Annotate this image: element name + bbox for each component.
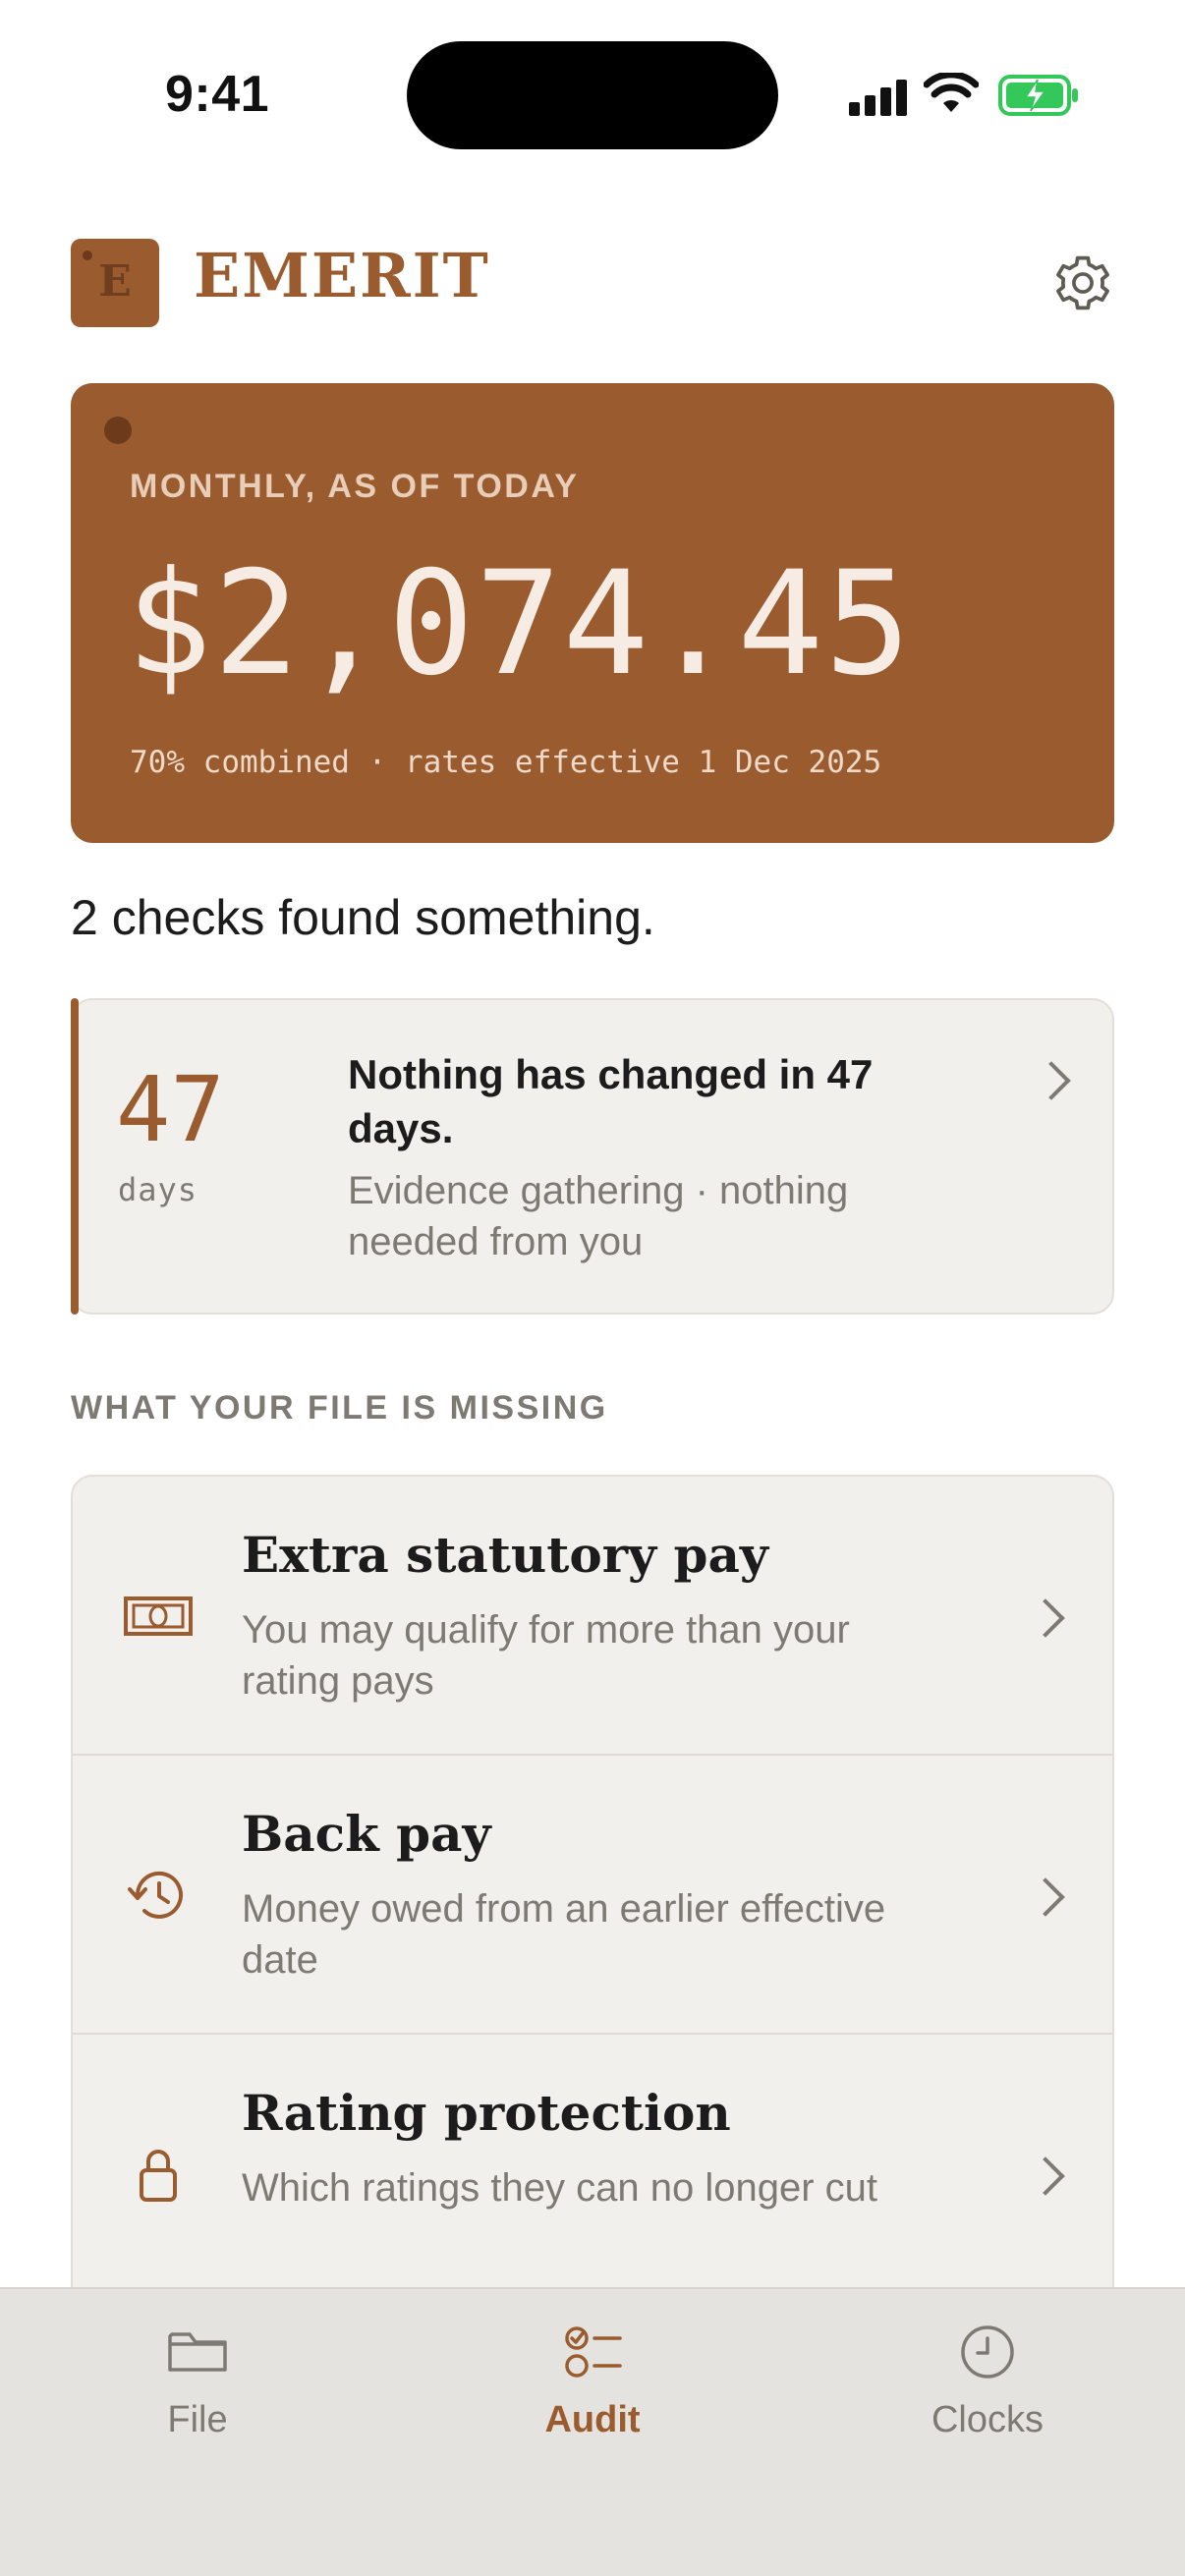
chevron-right-icon — [1026, 1877, 1065, 1917]
app-logo: E — [71, 239, 159, 327]
checks-summary: 2 checks found something. — [71, 890, 655, 945]
monthly-amount-card: MONTHLY, AS OF TODAY $2,074.45 70% combi… — [71, 383, 1114, 843]
list-item-back-pay[interactable]: Back pay Money owed from an earlier effe… — [73, 1756, 1112, 2035]
history-icon — [128, 1871, 183, 1919]
rating-footnote: 70% combined · rates effective 1 Dec 202… — [130, 745, 882, 780]
tab-file[interactable]: File — [0, 2289, 395, 2486]
item-subtitle: You may qualify for more than your ratin… — [242, 1608, 850, 1703]
tab-bar: File Audit Clocks — [0, 2287, 1185, 2576]
app-title: EMERIT — [194, 240, 490, 311]
checklist-icon — [565, 2326, 622, 2378]
item-subtitle: Money owed from an earlier effective dat… — [242, 1887, 886, 1982]
accent-bar — [71, 998, 79, 1315]
lock-icon — [140, 2150, 177, 2202]
item-title: Back pay — [242, 1805, 491, 1863]
folder-icon — [168, 2332, 227, 2372]
settings-button[interactable] — [1051, 252, 1114, 314]
tab-audit[interactable]: Audit — [395, 2289, 790, 2486]
money-bill-icon — [124, 1596, 193, 1636]
card-label: MONTHLY, AS OF TODAY — [130, 468, 580, 505]
dynamic-island — [407, 41, 778, 149]
days-count: 47 — [116, 1057, 225, 1162]
battery-charging-icon — [998, 75, 1078, 116]
clock-icon — [961, 2325, 1014, 2379]
missing-items-list: Extra statutory pay You may qualify for … — [71, 1475, 1114, 2359]
item-subtitle: Which ratings they can no longer cut — [242, 2166, 878, 2210]
tab-clocks[interactable]: Clocks — [790, 2289, 1185, 2486]
item-title: Rating protection — [242, 2084, 731, 2142]
monthly-amount: $2,074.45 — [126, 540, 913, 707]
gear-icon — [1056, 255, 1109, 310]
item-title: Extra statutory pay — [242, 1526, 768, 1584]
logo-letter: E — [98, 256, 132, 307]
days-unit: days — [118, 1171, 198, 1208]
tab-label: Audit — [544, 2399, 641, 2440]
chevron-right-icon — [1026, 1598, 1065, 1638]
status-time: 9:41 — [165, 66, 270, 123]
list-item-extra-statutory-pay[interactable]: Extra statutory pay You may qualify for … — [73, 1477, 1112, 1756]
section-heading: WHAT YOUR FILE IS MISSING — [71, 1389, 608, 1427]
chevron-right-icon — [1026, 2156, 1065, 2196]
tab-label: File — [167, 2399, 228, 2440]
cellular-signal-icon — [849, 77, 908, 116]
no-change-subtitle: Evidence gathering · nothing needed from… — [348, 1169, 849, 1263]
no-change-title: Nothing has changed in 47 days. — [348, 1051, 874, 1151]
list-item-rating-protection[interactable]: Rating protection Which ratings they can… — [73, 2035, 1112, 2314]
status-bar: 9:41 — [0, 0, 1185, 187]
wifi-icon — [924, 73, 979, 112]
card-dot — [104, 417, 132, 444]
tab-label: Clocks — [931, 2399, 1044, 2440]
